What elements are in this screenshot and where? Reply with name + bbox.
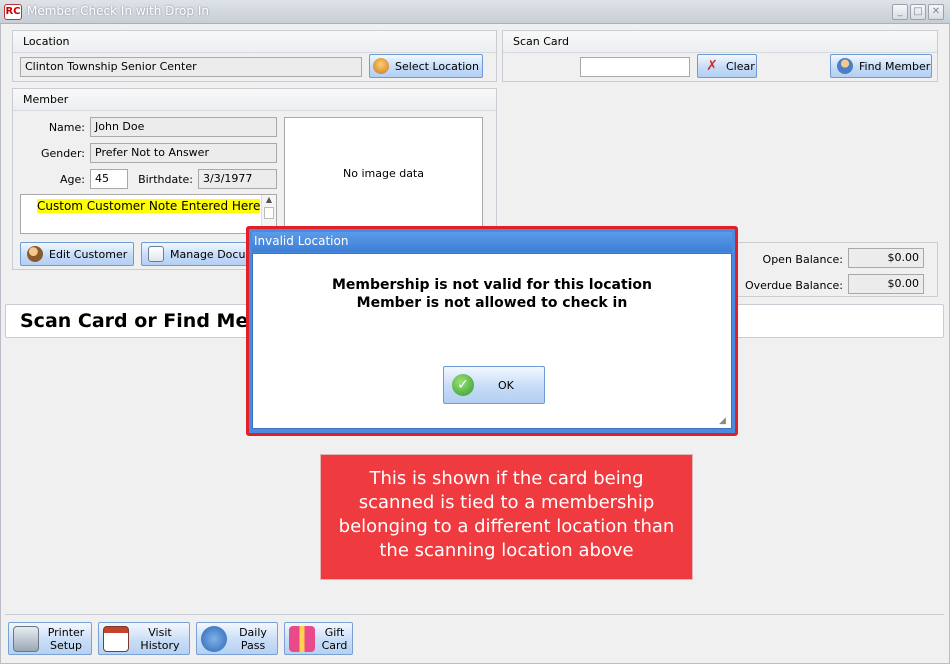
edit-customer-icon — [27, 246, 43, 262]
gender-label: Gender: — [40, 147, 85, 160]
find-member-label: Find Member — [859, 59, 931, 73]
visit-history-icon — [103, 625, 129, 652]
edit-customer-label: Edit Customer — [49, 247, 128, 261]
scan-card-input[interactable] — [580, 57, 690, 77]
name-field: John Doe — [90, 117, 277, 137]
printer-setup-button[interactable]: Printer Setup — [8, 622, 92, 655]
visit-history-line1: Visit — [148, 625, 172, 639]
annotation-callout: This is shown if the card being scanned … — [320, 454, 693, 580]
find-member-button[interactable]: Find Member — [830, 54, 932, 78]
location-field: Clinton Township Senior Center — [20, 57, 362, 77]
edit-customer-button[interactable]: Edit Customer — [20, 242, 134, 266]
location-panel: Location Clinton Township Senior Center … — [12, 30, 497, 82]
scroll-up-icon[interactable]: ▲ — [262, 195, 276, 205]
ok-label: OK — [498, 378, 514, 392]
location-icon — [373, 58, 390, 74]
dialog-title: Invalid Location — [252, 232, 732, 252]
minimize-icon[interactable]: _ — [892, 4, 908, 20]
birthdate-field: 3/3/1977 — [198, 169, 277, 189]
gift-card-button[interactable]: Gift Card — [284, 622, 353, 655]
visit-history-line2: History — [140, 638, 180, 652]
checkmark-icon: ✓ — [452, 374, 474, 396]
daily-pass-button[interactable]: Daily Pass — [196, 622, 278, 655]
dialog-message-line2: Member is not allowed to check in — [356, 295, 628, 311]
dialog-message-line1: Membership is not valid for this locatio… — [331, 277, 653, 293]
clear-x-icon: ✗ — [706, 58, 718, 74]
scroll-thumb[interactable] — [264, 207, 274, 219]
daily-pass-line1: Daily — [239, 625, 267, 639]
age-field: 45 — [90, 169, 128, 189]
member-panel-title: Member — [13, 89, 496, 111]
scan-card-title: Scan Card — [503, 31, 937, 53]
documents-icon — [148, 246, 164, 262]
scan-card-panel: Scan Card ✗ Clear Find Member — [502, 30, 938, 82]
daily-pass-line2: Pass — [240, 638, 266, 652]
gift-icon — [289, 625, 315, 652]
resize-grip-icon[interactable]: ◢ — [719, 416, 729, 426]
location-panel-title: Location — [13, 31, 496, 53]
find-member-icon — [837, 58, 853, 74]
window-title: Member Check In with Drop In — [27, 4, 209, 18]
visit-history-button[interactable]: Visit History — [98, 622, 190, 655]
dialog-body: Membership is not valid for this locatio… — [252, 253, 732, 429]
gender-field: Prefer Not to Answer — [90, 143, 277, 163]
birthdate-label: Birthdate: — [138, 173, 193, 186]
open-balance-field: $0.00 — [848, 248, 924, 268]
overdue-balance-label: Overdue Balance: — [744, 279, 843, 292]
overdue-balance-field: $0.00 — [848, 274, 924, 294]
open-balance-label: Open Balance: — [762, 253, 843, 266]
gift-card-line1: Gift — [324, 625, 345, 639]
close-icon[interactable]: ✕ — [928, 4, 944, 20]
clear-button[interactable]: ✗ Clear — [697, 54, 757, 78]
customer-note-text: Custom Customer Note Entered Here — [37, 199, 261, 213]
printer-setup-line2: Setup — [49, 638, 83, 652]
printer-setup-line1: Printer — [47, 625, 85, 639]
printer-icon — [13, 625, 39, 652]
select-location-button[interactable]: Select Location — [369, 54, 483, 78]
customer-note-box[interactable]: Custom Customer Note Entered Here — [20, 194, 277, 234]
invalid-location-dialog: Invalid Location Membership is not valid… — [246, 226, 738, 436]
member-photo: No image data — [284, 117, 483, 229]
age-label: Age: — [60, 173, 85, 186]
select-location-label: Select Location — [395, 59, 479, 73]
daily-pass-icon — [201, 625, 227, 652]
manage-documents-button[interactable]: Manage Documents — [141, 242, 261, 266]
clear-label: Clear — [726, 59, 755, 73]
no-image-text: No image data — [343, 166, 424, 180]
name-label: Name: — [48, 121, 85, 134]
window-titlebar[interactable]: RC Member Check In with Drop In _ □ ✕ — [0, 0, 950, 24]
toolbar-divider — [5, 614, 944, 615]
ok-button[interactable]: ✓ OK — [443, 366, 545, 404]
gift-card-line2: Card — [321, 638, 348, 652]
app-icon: RC — [4, 4, 22, 20]
maximize-icon[interactable]: □ — [910, 4, 926, 20]
